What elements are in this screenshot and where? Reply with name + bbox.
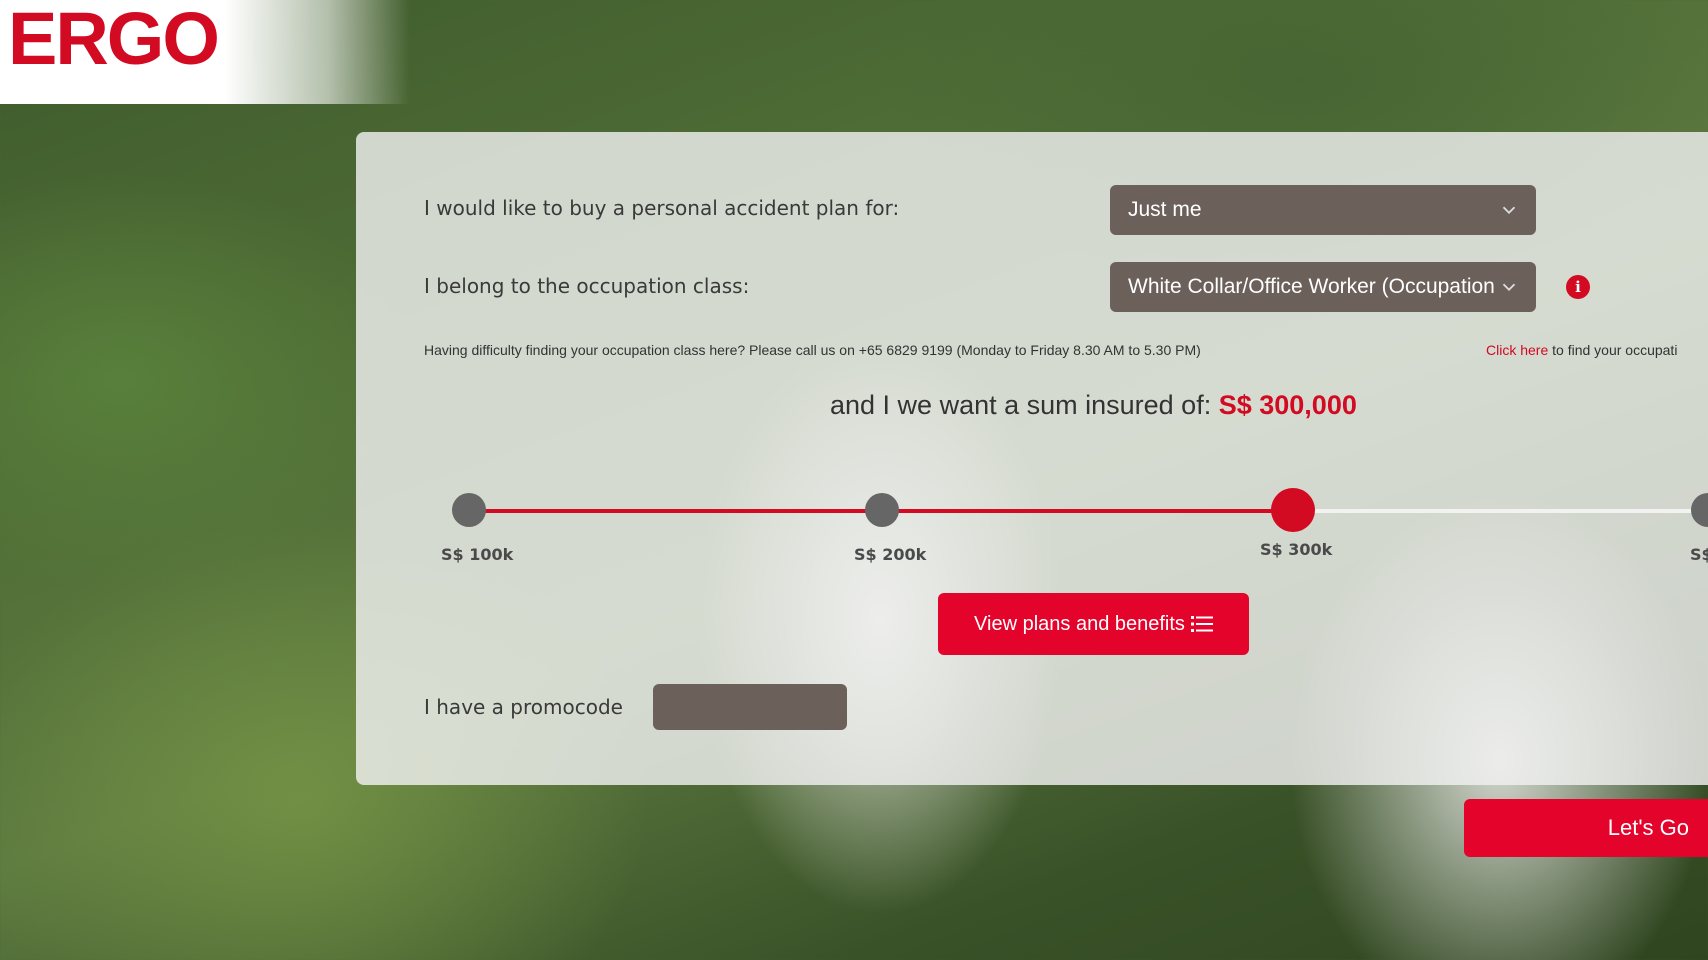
view-plans-label: View plans and benefits	[974, 612, 1185, 635]
sum-insured-slider[interactable]	[0, 0, 1708, 960]
lets-go-label: Let's Go	[1607, 815, 1689, 840]
view-plans-button[interactable]: View plans and benefits	[938, 593, 1249, 655]
slider-tick-label: S$ 100k	[441, 545, 514, 564]
slider-tick-label: S$	[1690, 545, 1708, 564]
promo-label: I have a promocode	[424, 695, 623, 719]
slider-tick-label: S$ 300k	[1260, 540, 1333, 559]
slider-tick-label: S$ 200k	[854, 545, 927, 564]
slider-handle[interactable]	[1271, 488, 1315, 532]
slider-stop-200k[interactable]	[865, 493, 899, 527]
lets-go-button[interactable]: Let's Go	[1464, 799, 1708, 857]
slider-stop-next[interactable]	[1691, 493, 1708, 527]
promo-code-input[interactable]	[653, 684, 847, 730]
slider-stop-100k[interactable]	[452, 493, 486, 527]
list-icon	[1190, 616, 1213, 632]
